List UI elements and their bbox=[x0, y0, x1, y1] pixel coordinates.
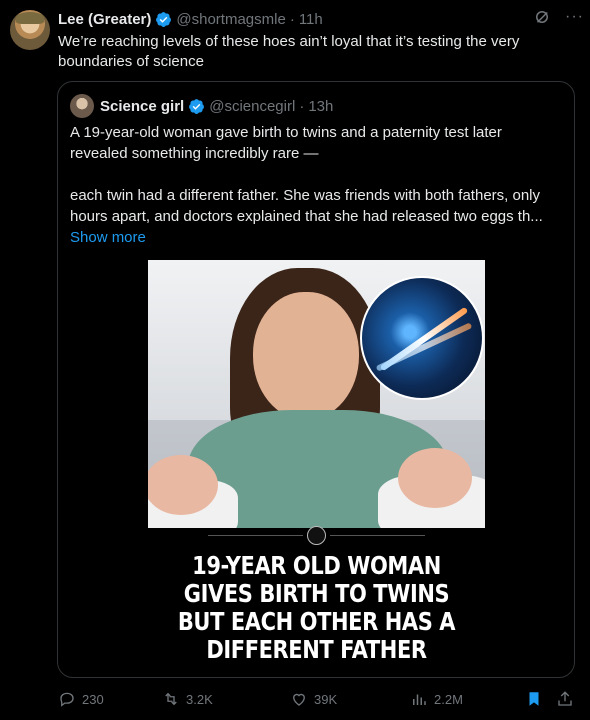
header-actions: ··· bbox=[533, 8, 584, 26]
bookmark-icon bbox=[529, 692, 539, 706]
quoted-tweet[interactable]: Science girl @sciencegirl · 13h A 19-yea… bbox=[57, 81, 575, 678]
separator-dot: · bbox=[289, 10, 295, 28]
bookmark-button[interactable] bbox=[525, 690, 549, 708]
share-button[interactable] bbox=[556, 690, 580, 708]
verified-badge-icon bbox=[189, 98, 205, 114]
dna-inset-image bbox=[360, 276, 484, 400]
quote-author-name[interactable]: Science girl bbox=[100, 98, 184, 115]
tweet-time[interactable]: 11h bbox=[299, 11, 323, 28]
share-icon bbox=[558, 691, 572, 706]
quote-time[interactable]: 13h bbox=[308, 98, 333, 115]
quote-paragraph-2: each twin had a different father. She wa… bbox=[70, 187, 543, 225]
heart-icon bbox=[293, 693, 305, 706]
verified-badge-icon bbox=[156, 11, 172, 27]
show-more-link[interactable]: Show more bbox=[70, 227, 562, 248]
tweet-actions: 230 3.2K 39K 2.2M bbox=[0, 690, 590, 714]
views-button[interactable]: 2.2M bbox=[410, 690, 463, 708]
retweet-count: 3.2K bbox=[186, 691, 213, 707]
quote-author-avatar[interactable] bbox=[70, 94, 94, 118]
quote-text: A 19-year-old woman gave birth to twins … bbox=[70, 122, 562, 248]
separator-dot: · bbox=[299, 97, 305, 115]
tweet-text: We’re reaching levels of these hoes ain’… bbox=[58, 33, 520, 70]
retweet-button[interactable]: 3.2K bbox=[162, 690, 213, 708]
tweet-header: Lee (Greater) @shortmagsmle · 11h bbox=[58, 9, 580, 29]
reply-count: 230 bbox=[82, 691, 104, 707]
author-handle[interactable]: @shortmagsmle bbox=[176, 11, 285, 28]
divider bbox=[208, 535, 303, 536]
more-icon[interactable]: ··· bbox=[565, 8, 584, 26]
retweet-icon bbox=[165, 692, 177, 706]
reply-icon bbox=[60, 692, 74, 707]
media-headline: 19-YEAR OLD WOMAN GIVES BIRTH TO TWINS B… bbox=[177, 551, 456, 664]
quote-header: Science girl @sciencegirl · 13h bbox=[70, 94, 333, 118]
quote-author-handle[interactable]: @sciencegirl bbox=[209, 98, 295, 115]
like-button[interactable]: 39K bbox=[290, 690, 337, 708]
author-name[interactable]: Lee (Greater) bbox=[58, 11, 151, 28]
brand-logo-icon bbox=[307, 526, 326, 545]
quote-paragraph-1: A 19-year-old woman gave birth to twins … bbox=[70, 124, 502, 162]
like-count: 39K bbox=[314, 691, 338, 707]
grok-icon[interactable] bbox=[533, 8, 551, 26]
divider bbox=[330, 535, 425, 536]
media-photo bbox=[148, 260, 485, 528]
views-count: 2.2M bbox=[434, 691, 463, 707]
author-avatar[interactable] bbox=[10, 10, 50, 50]
views-icon bbox=[413, 694, 426, 705]
quote-media[interactable]: 19-YEAR OLD WOMAN GIVES BIRTH TO TWINS B… bbox=[148, 260, 485, 666]
reply-button[interactable]: 230 bbox=[58, 690, 104, 708]
